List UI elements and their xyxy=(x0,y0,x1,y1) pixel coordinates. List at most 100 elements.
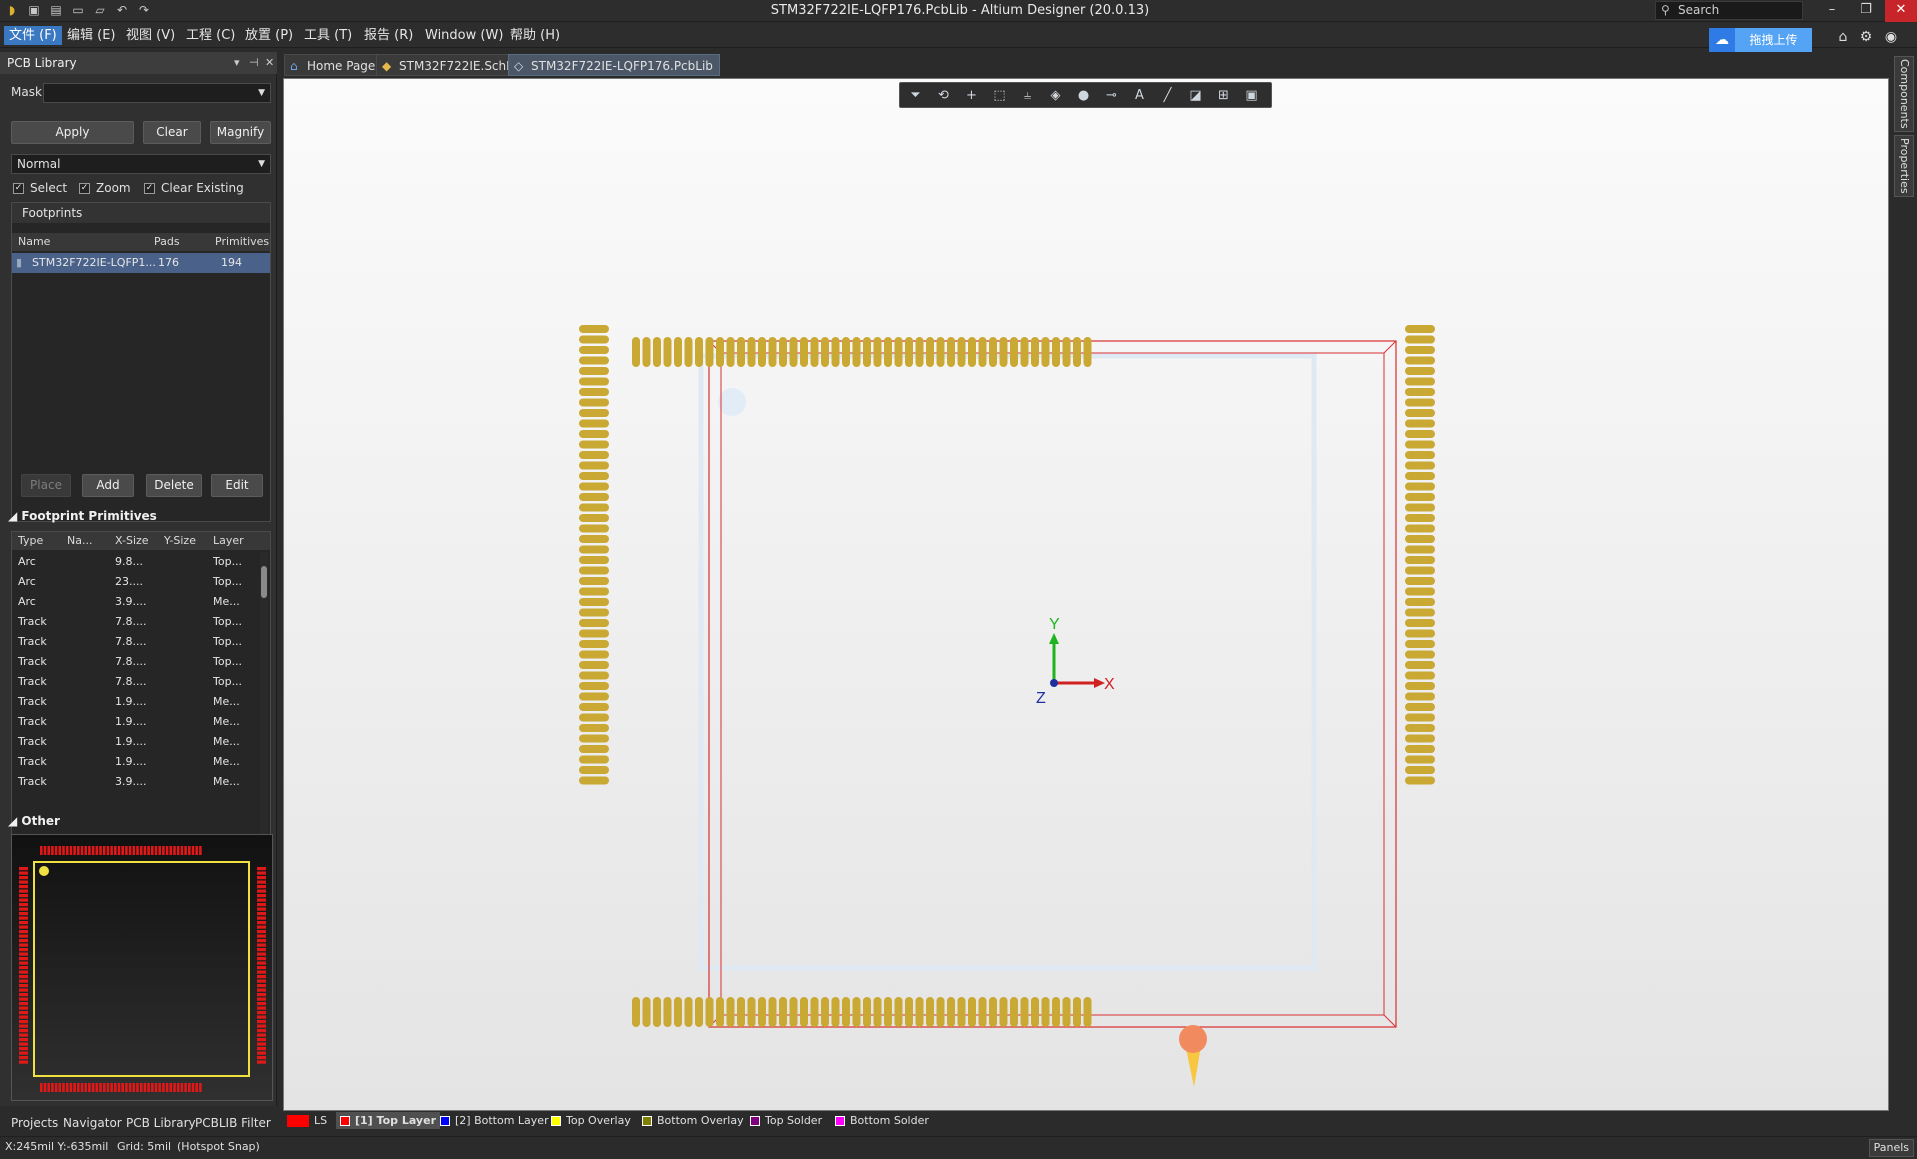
pad[interactable] xyxy=(1405,493,1435,501)
pad[interactable] xyxy=(579,430,609,438)
pad[interactable] xyxy=(726,997,735,1027)
pad[interactable] xyxy=(716,997,724,1027)
pad[interactable] xyxy=(1405,430,1435,438)
save-icon[interactable]: ▣ xyxy=(26,2,42,18)
footprint-preview[interactable] xyxy=(11,834,273,1101)
primitive-row[interactable]: Track 1.9.... Me... xyxy=(12,752,260,772)
pad[interactable] xyxy=(947,997,955,1027)
pad[interactable] xyxy=(1405,713,1435,722)
select-checkbox[interactable]: ✓ Select xyxy=(13,181,67,195)
col-name[interactable]: Name xyxy=(18,233,50,251)
pad[interactable] xyxy=(1052,997,1060,1027)
pad[interactable] xyxy=(1405,671,1435,680)
pad[interactable] xyxy=(1405,503,1435,512)
primitive-row[interactable]: Track 1.9.... Me... xyxy=(12,712,260,732)
pad[interactable] xyxy=(1010,337,1018,367)
pad[interactable] xyxy=(747,337,756,367)
via-icon[interactable]: ⊸ xyxy=(1102,86,1121,105)
pad[interactable] xyxy=(579,619,609,627)
primitive-row[interactable]: Track 7.8.... Top... xyxy=(12,612,260,632)
pad[interactable] xyxy=(1405,650,1435,659)
dimension-icon[interactable]: ◪ xyxy=(1186,86,1205,105)
pad[interactable] xyxy=(642,997,651,1027)
text-icon[interactable]: A xyxy=(1130,86,1149,105)
pad[interactable] xyxy=(579,367,609,375)
pad[interactable] xyxy=(1405,535,1435,543)
pad[interactable] xyxy=(852,337,861,367)
pad[interactable] xyxy=(779,337,787,367)
undo-icon[interactable]: ↶ xyxy=(114,2,130,18)
pad[interactable] xyxy=(978,337,987,367)
pad-icon[interactable]: ● xyxy=(1074,86,1093,105)
pad[interactable] xyxy=(894,337,903,367)
col-layer[interactable]: Layer xyxy=(213,532,244,550)
pad[interactable] xyxy=(978,997,987,1027)
col-y-size[interactable]: Y-Size xyxy=(164,532,196,550)
pad[interactable] xyxy=(579,472,609,480)
pad[interactable] xyxy=(579,388,609,396)
open-folder-icon[interactable]: ▭ xyxy=(70,2,86,18)
pad[interactable] xyxy=(758,997,766,1027)
pad[interactable] xyxy=(1062,337,1071,367)
pad[interactable] xyxy=(726,337,735,367)
pad[interactable] xyxy=(747,997,756,1027)
pad[interactable] xyxy=(758,337,766,367)
pad[interactable] xyxy=(821,337,829,367)
pad[interactable] xyxy=(579,451,609,459)
pad[interactable] xyxy=(579,745,609,753)
pad[interactable] xyxy=(705,337,714,367)
tab-pcblib-filter[interactable]: PCBLIB Filter xyxy=(195,1115,271,1132)
pad[interactable] xyxy=(999,997,1008,1027)
mode-select[interactable]: Normal ▼ xyxy=(11,154,271,174)
pad[interactable] xyxy=(1405,367,1435,375)
pad[interactable] xyxy=(768,997,777,1027)
pad[interactable] xyxy=(579,566,609,575)
pad[interactable] xyxy=(1020,337,1029,367)
pad[interactable] xyxy=(926,997,934,1027)
pad[interactable] xyxy=(684,337,693,367)
pad[interactable] xyxy=(579,461,609,470)
pad[interactable] xyxy=(579,325,609,333)
pad[interactable] xyxy=(1405,766,1435,774)
pad[interactable] xyxy=(1405,734,1435,743)
apply-button[interactable]: Apply xyxy=(11,121,134,144)
pad[interactable] xyxy=(1041,337,1050,367)
pad[interactable] xyxy=(1052,337,1060,367)
layer-bottom[interactable]: [2] Bottom Layer xyxy=(440,1112,549,1129)
pad[interactable] xyxy=(915,337,924,367)
scrollbar-track[interactable] xyxy=(260,552,268,852)
pad[interactable] xyxy=(674,337,682,367)
menu-edit[interactable]: 编辑 (E) xyxy=(62,26,121,45)
save-all-icon[interactable]: ▤ xyxy=(48,2,64,18)
pad[interactable] xyxy=(779,997,787,1027)
menu-project[interactable]: 工程 (C) xyxy=(181,26,240,45)
region-icon[interactable]: ⊞ xyxy=(1214,86,1233,105)
pad[interactable] xyxy=(1405,629,1435,638)
pad[interactable] xyxy=(768,337,777,367)
footprint-primitives-header[interactable]: ◢ Footprint Primitives xyxy=(8,509,157,523)
pad[interactable] xyxy=(1405,598,1435,606)
place-button[interactable]: Place xyxy=(21,474,71,497)
pad[interactable] xyxy=(579,629,609,638)
pad[interactable] xyxy=(579,419,609,428)
pad[interactable] xyxy=(674,997,682,1027)
pad[interactable] xyxy=(579,766,609,774)
layer-top[interactable]: [1] Top Layer xyxy=(336,1112,440,1129)
pad[interactable] xyxy=(894,997,903,1027)
pad[interactable] xyxy=(1405,545,1435,554)
primitive-row[interactable]: Track 1.9.... Me... xyxy=(12,732,260,752)
pad[interactable] xyxy=(705,997,714,1027)
col-name[interactable]: Na... xyxy=(67,532,92,550)
pad[interactable] xyxy=(915,997,924,1027)
pad[interactable] xyxy=(579,545,609,554)
gear-icon[interactable]: ⚙ xyxy=(1857,28,1875,46)
search-input[interactable]: ⚲ Search xyxy=(1655,1,1803,20)
pad[interactable] xyxy=(831,337,840,367)
edit-button[interactable]: Edit xyxy=(211,474,263,497)
pad[interactable] xyxy=(579,335,609,344)
pad[interactable] xyxy=(968,997,976,1027)
pad[interactable] xyxy=(1010,997,1018,1027)
menu-file[interactable]: 文件 (F) xyxy=(4,26,62,45)
restore-button[interactable]: ❐ xyxy=(1850,0,1882,22)
pad[interactable] xyxy=(989,337,997,367)
